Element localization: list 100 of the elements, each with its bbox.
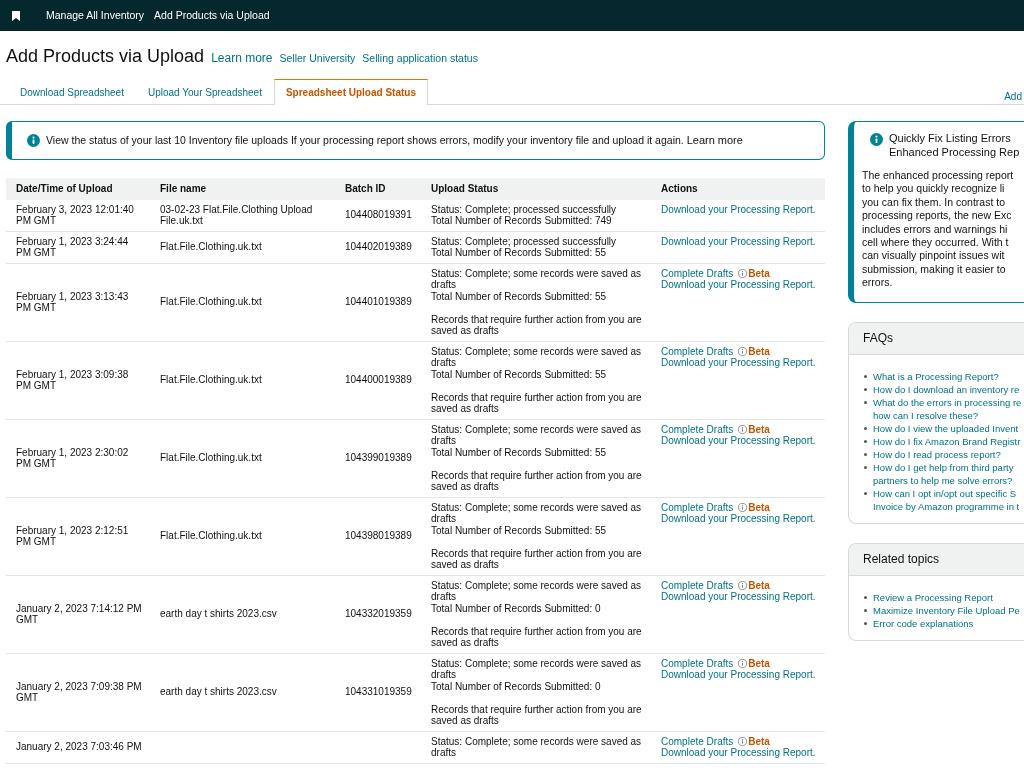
section-header: Related topics [849,543,1024,576]
batch-id: 104401019389 [345,296,413,308]
bullet-icon [864,608,867,612]
faq-link[interactable]: How do I read process report? [873,447,1001,461]
records-count: Total Number of Records Submitted: 55 [431,368,608,380]
upload-date: January 2, 2023 7:14:12 PM GMT [16,602,143,626]
action-link[interactable]: Complete Drafts [661,345,734,357]
action-link[interactable]: Complete Drafts [661,267,734,279]
action-link[interactable]: Download your Processing Report. [661,203,816,215]
records-count: Total Number of Records Submitted: 55 [431,290,608,302]
bullet-icon [864,595,867,599]
faq-link[interactable]: How do I fix Amazon Brand Registr [873,434,1021,448]
bullet-icon [864,426,867,430]
file-name: earth day t shirts 2023.csv [160,608,278,620]
learn-more-link[interactable]: Learn more [686,134,743,146]
file-name: Flat.File.Clothing.uk.txt [160,530,263,542]
topic-link[interactable]: Review a Processing Report [873,590,993,604]
action-link[interactable]: Complete Drafts [661,657,734,669]
beta-label: Beta [748,501,770,513]
action-link[interactable]: Download your Processing Report. [661,747,816,758]
faq-link[interactable]: How do I download an inventory re [873,382,1020,396]
upload-date: February 1, 2023 3:09:38 PM GMT [16,368,130,392]
records-count: Total Number of Records Submitted: 0 [431,680,602,692]
file-name: Flat.File.Clothing.uk.txt [160,374,263,386]
nav-link[interactable]: Add Products via Upload [154,7,270,24]
drafts-note: Records that require further action from you are saved as drafts [431,547,643,571]
batch-id: 104400019389 [345,374,413,386]
file-name: earth day t shirts 2023.csv [160,686,278,698]
info-icon [738,736,748,746]
status-text: Status: Complete; processed successfully [431,235,618,247]
file-name: Flat.File.Clothing.uk.txt [160,241,263,253]
info-icon [27,134,40,147]
bullet-icon [864,621,867,625]
faq-link[interactable]: How do I view the uploaded Invent [873,421,1019,435]
drafts-note: Records that require further action from you are saved as drafts [431,625,643,649]
action-link[interactable]: Download your Processing Report. [661,435,816,446]
batch-id: 104332019359 [345,608,413,620]
column-header: Upload Status [421,178,651,200]
status-text: Status: Complete; processed successfully [431,203,618,215]
status-text: Status: Complete; some records were saved as drafts [431,579,643,603]
header-link[interactable]: Selling application status [362,51,478,67]
action-link[interactable]: Download your Processing Report. [661,669,816,680]
records-count: Total Number of Records Submitted: 55 [431,247,608,259]
action-link[interactable]: Download your Processing Report. [661,279,816,290]
action-link[interactable]: Download your Processing Report. [661,591,816,602]
info-icon [738,502,748,512]
faq-link[interactable]: What is a Processing Report? [873,369,999,383]
status-text: Status: Complete; some records were saved as drafts [431,501,643,525]
upload-date: February 1, 2023 3:13:43 PM GMT [16,290,130,314]
records-count: Total Number of Records Submitted: 749 [431,215,613,227]
faq-link[interactable]: How can I opt in/opt out specific S Invoice by Amazon programme in t [873,486,1020,513]
info-icon [738,268,748,278]
beta-label: Beta [748,735,770,747]
nav-link[interactable]: Manage All Inventory [46,7,145,24]
info-icon [738,658,748,668]
topic-link[interactable]: Error code explanations [873,616,974,630]
upload-date: January 2, 2023 7:03:46 PM [16,741,143,753]
bullet-icon [864,400,867,404]
drafts-note: Records that require further action from you are saved as drafts [431,313,643,337]
batch-id: 104399019389 [345,452,413,464]
action-link[interactable]: Download your Processing Report. [661,357,816,368]
bullet-icon [864,452,867,456]
action-link[interactable]: Download your Processing Report. [661,513,816,524]
bullet-icon [864,465,867,469]
file-name: Flat.File.Clothing.uk.txt [160,296,263,308]
drafts-note: Records that require further action from you are saved as drafts [431,469,643,493]
status-text: Status: Complete; some records were saved as drafts [431,423,643,447]
action-link[interactable]: Complete Drafts [661,735,734,747]
learn-more-link[interactable]: Learn more [211,49,273,67]
beta-label: Beta [748,345,770,357]
column-header: Batch ID [335,178,421,200]
notice-title: Quickly Fix Listing Errors Enhanced Processing Rep [889,132,1020,159]
faq-link[interactable]: What do the errors in processing re how can I resolve these? [873,395,1022,422]
action-link[interactable]: Download your Processing Report. [661,235,816,247]
beta-label: Beta [748,423,770,435]
header-link[interactable]: Seller University [279,51,356,67]
upload-date: February 3, 2023 12:01:40 PM GMT [16,203,135,227]
upload-date: February 1, 2023 2:12:51 PM GMT [16,524,130,548]
info-icon [870,133,883,146]
faq-link[interactable]: How do I get help from third party partners to help me solve errors? [873,460,1014,487]
topic-link[interactable]: Maximize Inventory File Upload Pe [873,603,1020,617]
records-count: Total Number of Records Submitted: 0 [431,602,602,614]
action-link[interactable]: Complete Drafts [661,423,734,435]
beta-label: Beta [748,267,770,279]
action-link[interactable]: Complete Drafts [661,501,734,513]
bullet-icon [864,491,867,495]
section-header: FAQs [849,322,1024,355]
bullet-icon [864,439,867,443]
upload-date: January 2, 2023 7:09:38 PM GMT [16,680,143,704]
info-icon [738,580,748,590]
bookmark-icon [12,10,20,21]
tab[interactable]: Spreadsheet Upload Status [273,79,428,105]
info-icon [738,346,748,356]
action-link[interactable]: Complete Drafts [661,579,734,591]
file-name: 03-02-23 Flat.File.Clothing Upload File.uk.txt [160,203,314,227]
add-link[interactable]: Add [1004,89,1024,104]
batch-id: 104408019391 [345,209,413,221]
column-header: Date/Time of Upload [6,178,150,200]
batch-id: 104398019389 [345,530,413,542]
info-icon [738,424,748,434]
